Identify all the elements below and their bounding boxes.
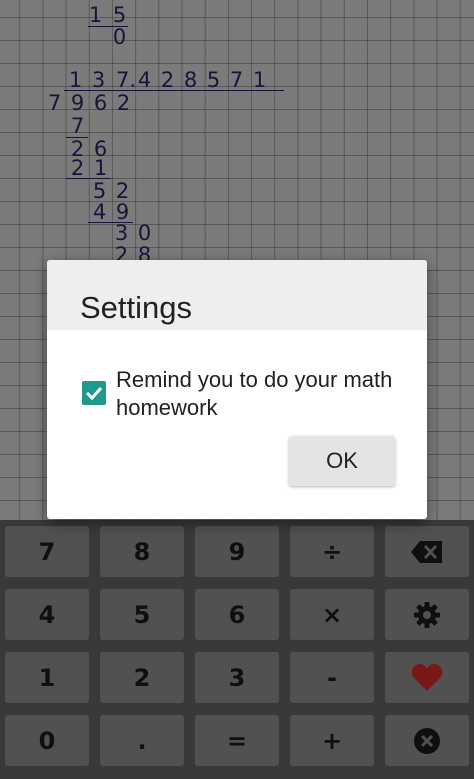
digit: 2 <box>160 68 175 92</box>
dialog-header: Settings <box>47 260 427 330</box>
key-multiply[interactable]: × <box>290 589 374 640</box>
key-5[interactable]: 5 <box>100 589 184 640</box>
key-3[interactable]: 3 <box>195 652 279 703</box>
key-7[interactable]: 7 <box>5 526 89 577</box>
key-0[interactable]: 0 <box>5 715 89 766</box>
clear-button[interactable] <box>385 715 469 766</box>
key-label: 6 <box>228 600 246 629</box>
digit: 7 <box>229 68 244 92</box>
digit: 3 <box>114 221 129 245</box>
key-label: + <box>321 726 343 755</box>
key-label: 3 <box>228 663 246 692</box>
digit: 3 <box>91 68 106 92</box>
digit: 4 <box>137 68 152 92</box>
key-label: . <box>137 726 147 755</box>
close-circle-icon <box>414 727 440 754</box>
key-label: 0 <box>38 726 56 755</box>
key-label: = <box>226 726 248 755</box>
settings-button[interactable] <box>385 589 469 640</box>
digit: 2 <box>70 156 85 180</box>
digit: 1 <box>93 156 108 180</box>
digit: 7 <box>70 114 85 138</box>
key-label: × <box>321 600 343 629</box>
digit: 9 <box>70 91 85 115</box>
digit: 2 <box>116 91 131 115</box>
digit: 1 <box>252 68 267 92</box>
key-minus[interactable]: - <box>290 652 374 703</box>
digit: 1 <box>68 68 83 92</box>
digit: 0 <box>112 25 127 49</box>
key-6[interactable]: 6 <box>195 589 279 640</box>
key-divide[interactable]: ÷ <box>290 526 374 577</box>
backspace-button[interactable] <box>385 526 469 577</box>
key-9[interactable]: 9 <box>195 526 279 577</box>
key-label: 9 <box>228 537 246 566</box>
key-label: 1 <box>38 663 56 692</box>
checkmark-icon <box>85 386 103 400</box>
key-plus[interactable]: + <box>290 715 374 766</box>
key-8[interactable]: 8 <box>100 526 184 577</box>
backspace-icon <box>411 540 442 563</box>
keypad: 7 8 9 ÷ 4 5 6 × 1 2 3 - 0 . = + <box>0 520 474 779</box>
reminder-checkbox[interactable] <box>82 381 106 405</box>
key-4[interactable]: 4 <box>5 589 89 640</box>
settings-dialog: Settings Remind you to do your math home… <box>47 260 427 519</box>
key-label: 5 <box>133 600 151 629</box>
digit: 8 <box>183 68 198 92</box>
digit: 7 <box>47 91 62 115</box>
key-label: 7 <box>38 537 56 566</box>
ok-button[interactable]: OK <box>289 436 395 486</box>
digit: 1 <box>88 3 103 27</box>
key-decimal[interactable]: . <box>100 715 184 766</box>
digit: 5 <box>112 3 127 27</box>
key-label: - <box>327 663 337 692</box>
favorite-button[interactable] <box>385 652 469 703</box>
key-1[interactable]: 1 <box>5 652 89 703</box>
key-label: 8 <box>133 537 151 566</box>
digit: 0 <box>137 221 152 245</box>
digit: 4 <box>92 200 107 224</box>
key-label: 2 <box>133 663 151 692</box>
key-2[interactable]: 2 <box>100 652 184 703</box>
dialog-title: Settings <box>80 290 193 325</box>
gear-icon <box>414 601 440 628</box>
key-equals[interactable]: = <box>195 715 279 766</box>
key-label: ÷ <box>321 537 343 566</box>
digit: 5 <box>206 68 221 92</box>
digit: 6 <box>93 91 108 115</box>
reminder-checkbox-label[interactable]: Remind you to do your math homework <box>116 366 406 422</box>
key-label: 4 <box>38 600 56 629</box>
heart-icon <box>411 664 443 691</box>
